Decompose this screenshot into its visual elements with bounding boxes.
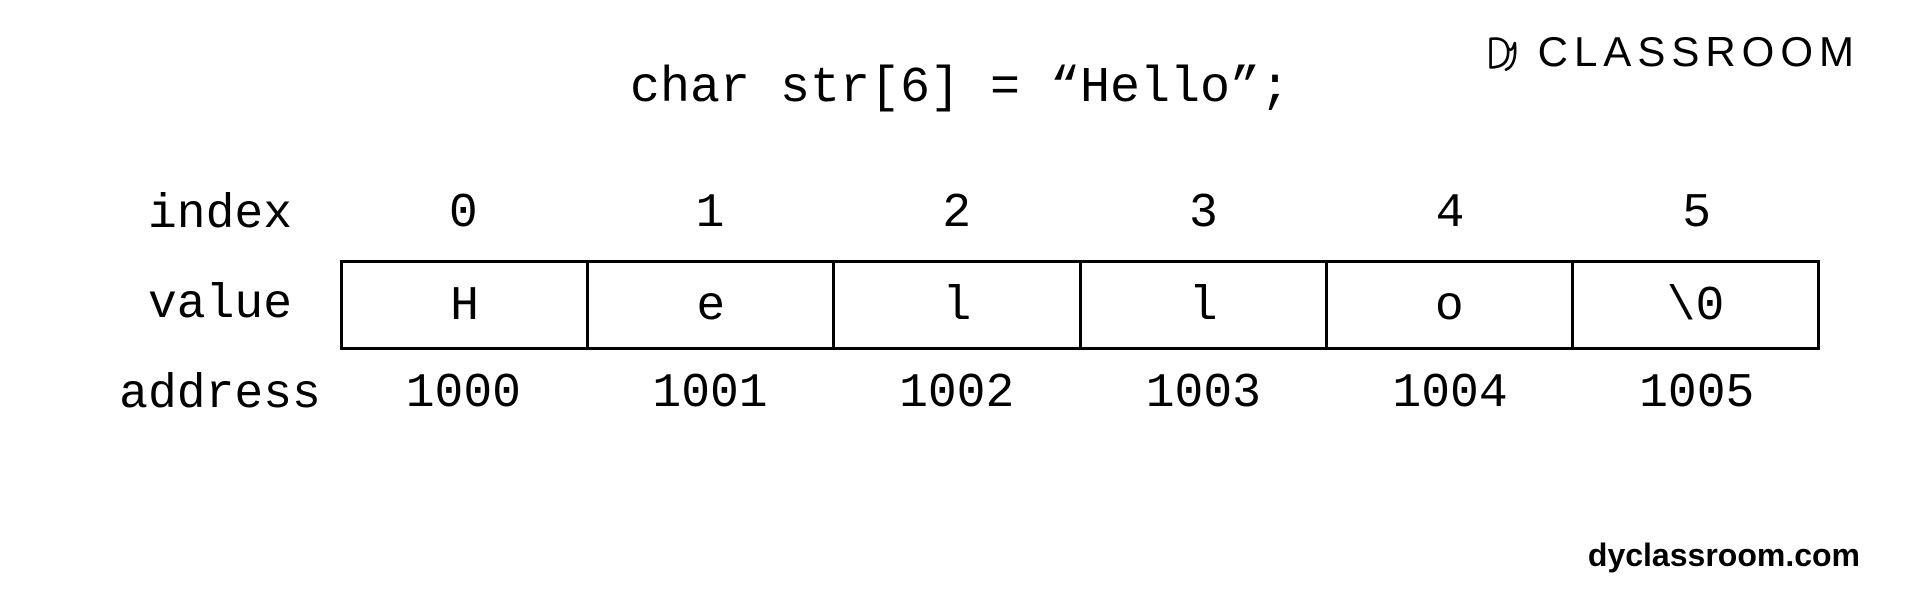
address-cell: 1003 xyxy=(1080,350,1327,440)
value-cell: l xyxy=(832,260,1078,350)
value-row: value H e l l o \0 xyxy=(100,260,1820,350)
index-row: index 0 1 2 3 4 5 xyxy=(100,170,1820,260)
address-cell: 1000 xyxy=(340,350,587,440)
code-declaration: char str[6] = “Hello”; xyxy=(0,60,1920,117)
index-cell: 2 xyxy=(833,170,1080,260)
value-cell: e xyxy=(586,260,832,350)
value-cell: \0 xyxy=(1571,260,1820,350)
value-cell: o xyxy=(1325,260,1571,350)
value-cell: l xyxy=(1079,260,1325,350)
index-cell: 5 xyxy=(1573,170,1820,260)
index-label: index xyxy=(100,188,340,242)
address-label: address xyxy=(100,368,340,422)
array-diagram: index 0 1 2 3 4 5 value H e l l o \0 add… xyxy=(100,170,1820,440)
value-label: value xyxy=(100,278,340,332)
address-row: address 1000 1001 1002 1003 1004 1005 xyxy=(100,350,1820,440)
index-cell: 0 xyxy=(340,170,587,260)
index-cell: 3 xyxy=(1080,170,1327,260)
address-cell: 1001 xyxy=(587,350,834,440)
footer-attribution: dyclassroom.com xyxy=(1588,537,1860,574)
address-cell: 1004 xyxy=(1327,350,1574,440)
address-cell: 1005 xyxy=(1573,350,1820,440)
index-cell: 4 xyxy=(1327,170,1574,260)
address-cell: 1002 xyxy=(833,350,1080,440)
value-cell: H xyxy=(340,260,586,350)
index-cell: 1 xyxy=(587,170,834,260)
